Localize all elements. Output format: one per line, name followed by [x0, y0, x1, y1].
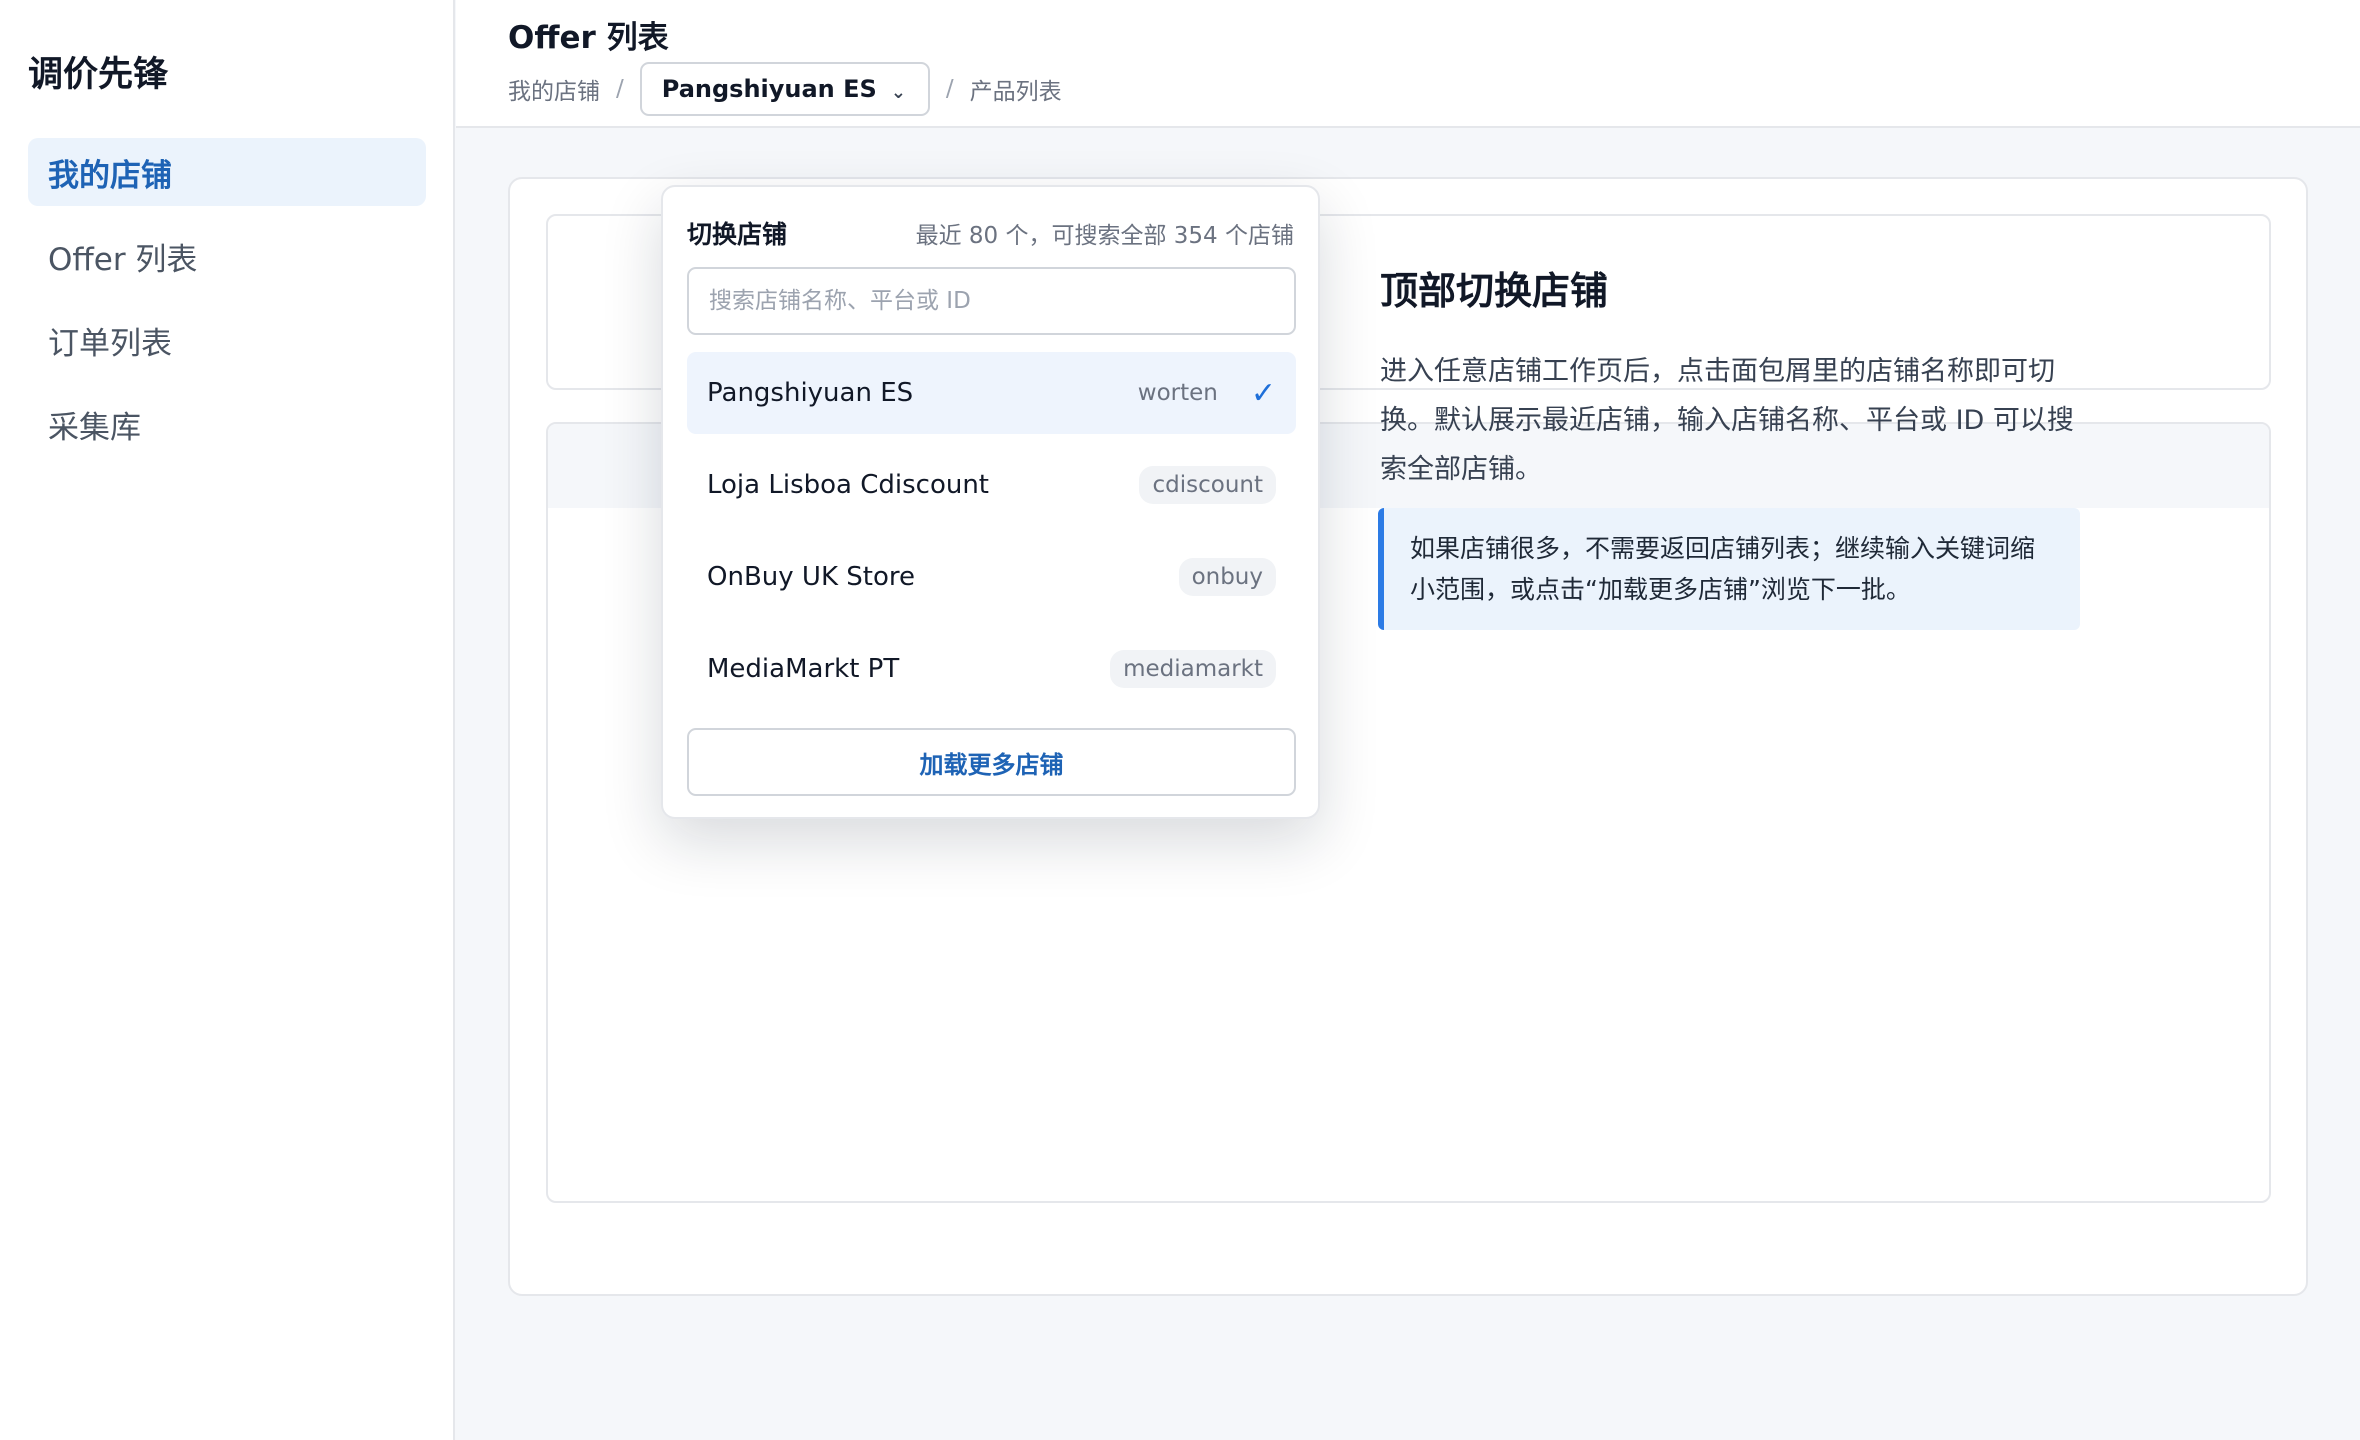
guide-title: 顶部切换店铺	[1380, 269, 1609, 313]
store-name: MediaMarkt PT	[707, 654, 900, 684]
page-title: Offer 列表	[508, 20, 669, 56]
store-search-input[interactable]	[687, 267, 1296, 335]
guide-tip: 如果店铺很多，不需要返回店铺列表；继续输入关键词缩小范围，或点击“加载更多店铺”…	[1378, 508, 2080, 630]
store-option[interactable]: Pangshiyuan ES worten ✓	[687, 352, 1296, 434]
sidebar: 调价先锋 我的店铺 Offer 列表 订单列表 采集库	[0, 0, 455, 1440]
store-name: Loja Lisboa Cdiscount	[707, 470, 990, 500]
store-list: Pangshiyuan ES worten ✓ Loja Lisboa Cdis…	[687, 352, 1296, 720]
load-more-stores-button[interactable]: 加载更多店铺	[687, 728, 1296, 796]
store-option[interactable]: Loja Lisboa Cdiscount cdiscount	[687, 444, 1296, 526]
store-name: Pangshiyuan ES	[707, 378, 914, 408]
breadcrumb-current-page: 产品列表	[969, 79, 1062, 105]
platform-badge: worten	[1137, 380, 1218, 406]
store-switch-dropdown: 切换店铺 最近 80 个，可搜索全部 354 个店铺 Pangshiyuan E…	[661, 185, 1320, 819]
chevron-down-icon: ⌄	[890, 81, 906, 103]
platform-badge: mediamarkt	[1110, 650, 1276, 688]
guide-panel: 顶部切换店铺 进入任意店铺工作页后，点击面包屑里的店铺名称即可切换。默认展示最近…	[1380, 260, 2082, 494]
dropdown-count-hint: 最近 80 个，可搜索全部 354 个店铺	[915, 223, 1294, 249]
breadcrumb: 我的店铺 / Pangshiyuan ES ⌄ / 产品列表	[508, 62, 1062, 116]
store-option[interactable]: MediaMarkt PT mediamarkt	[687, 628, 1296, 710]
page-header: Offer 列表 我的店铺 / Pangshiyuan ES ⌄ / 产品列表	[456, 0, 2360, 128]
dropdown-title: 切换店铺	[687, 220, 788, 249]
store-switch-button[interactable]: Pangshiyuan ES ⌄	[639, 62, 930, 116]
sidebar-item-offer-list[interactable]: Offer 列表	[28, 222, 426, 290]
sidebar-item-collection[interactable]: 采集库	[28, 390, 426, 458]
sidebar-item-order-list[interactable]: 订单列表	[28, 306, 426, 374]
platform-badge: cdiscount	[1139, 466, 1276, 504]
app-root: 调价先锋 我的店铺 Offer 列表 订单列表 采集库 Offer 列表 我的店…	[0, 0, 2360, 1440]
breadcrumb-separator: /	[945, 76, 954, 102]
guide-description: 进入任意店铺工作页后，点击面包屑里的店铺名称即可切换。默认展示最近店铺，输入店铺…	[1380, 356, 2074, 485]
store-option[interactable]: OnBuy UK Store onbuy	[687, 536, 1296, 618]
check-icon: ✓	[1250, 375, 1276, 411]
breadcrumb-root-link[interactable]: 我的店铺	[508, 72, 600, 106]
breadcrumb-separator: /	[616, 76, 624, 102]
platform-badge: onbuy	[1178, 558, 1276, 596]
store-name: OnBuy UK Store	[707, 562, 915, 592]
brand-logo-text: 调价先锋	[28, 55, 169, 95]
dropdown-header: 切换店铺 最近 80 个，可搜索全部 354 个店铺	[687, 215, 1294, 251]
current-store-label: Pangshiyuan ES	[661, 75, 877, 103]
sidebar-item-my-stores[interactable]: 我的店铺	[28, 138, 426, 206]
